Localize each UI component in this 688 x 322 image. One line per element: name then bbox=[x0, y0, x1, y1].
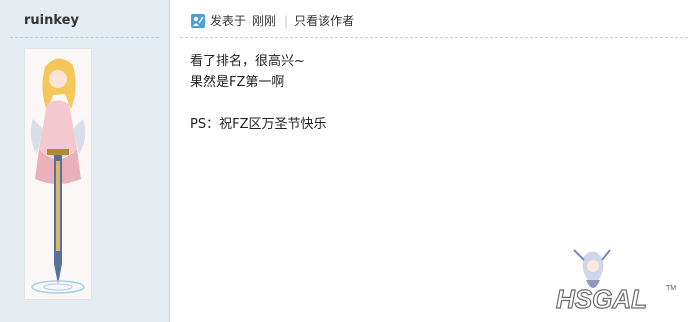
content-line: 果然是FZ第一啊 bbox=[190, 75, 285, 90]
post-time: 刚刚 bbox=[252, 14, 277, 28]
post-meta: 发表于 刚刚 | 只看该作者 bbox=[190, 12, 354, 29]
meta-separator: | bbox=[284, 13, 289, 28]
post-icon bbox=[190, 13, 206, 29]
avatar[interactable] bbox=[24, 48, 92, 300]
watermark-logo: HSGAL TM bbox=[554, 246, 682, 318]
posted-label: 发表于 bbox=[210, 14, 247, 28]
content-line: PS：祝FZ区万圣节快乐 bbox=[190, 117, 327, 132]
content-line: 看了排名，很高兴~ bbox=[190, 54, 305, 69]
svg-text:TM: TM bbox=[666, 285, 676, 292]
only-author-link[interactable]: 只看该作者 bbox=[294, 12, 354, 29]
svg-text:HSGAL: HSGAL bbox=[556, 284, 647, 314]
author-divider bbox=[10, 37, 159, 38]
forum-post: ruinkey 发表于 刚刚 | 只看该作者 看了排名，很高兴~ 果然是FZ第一… bbox=[0, 0, 688, 322]
author-name[interactable]: ruinkey bbox=[24, 13, 79, 28]
avatar-image bbox=[25, 49, 91, 299]
author-sidebar: ruinkey bbox=[0, 0, 170, 322]
post-content: 看了排名，很高兴~ 果然是FZ第一啊 PS：祝FZ区万圣节快乐 bbox=[190, 51, 326, 135]
meta-divider bbox=[180, 37, 688, 38]
